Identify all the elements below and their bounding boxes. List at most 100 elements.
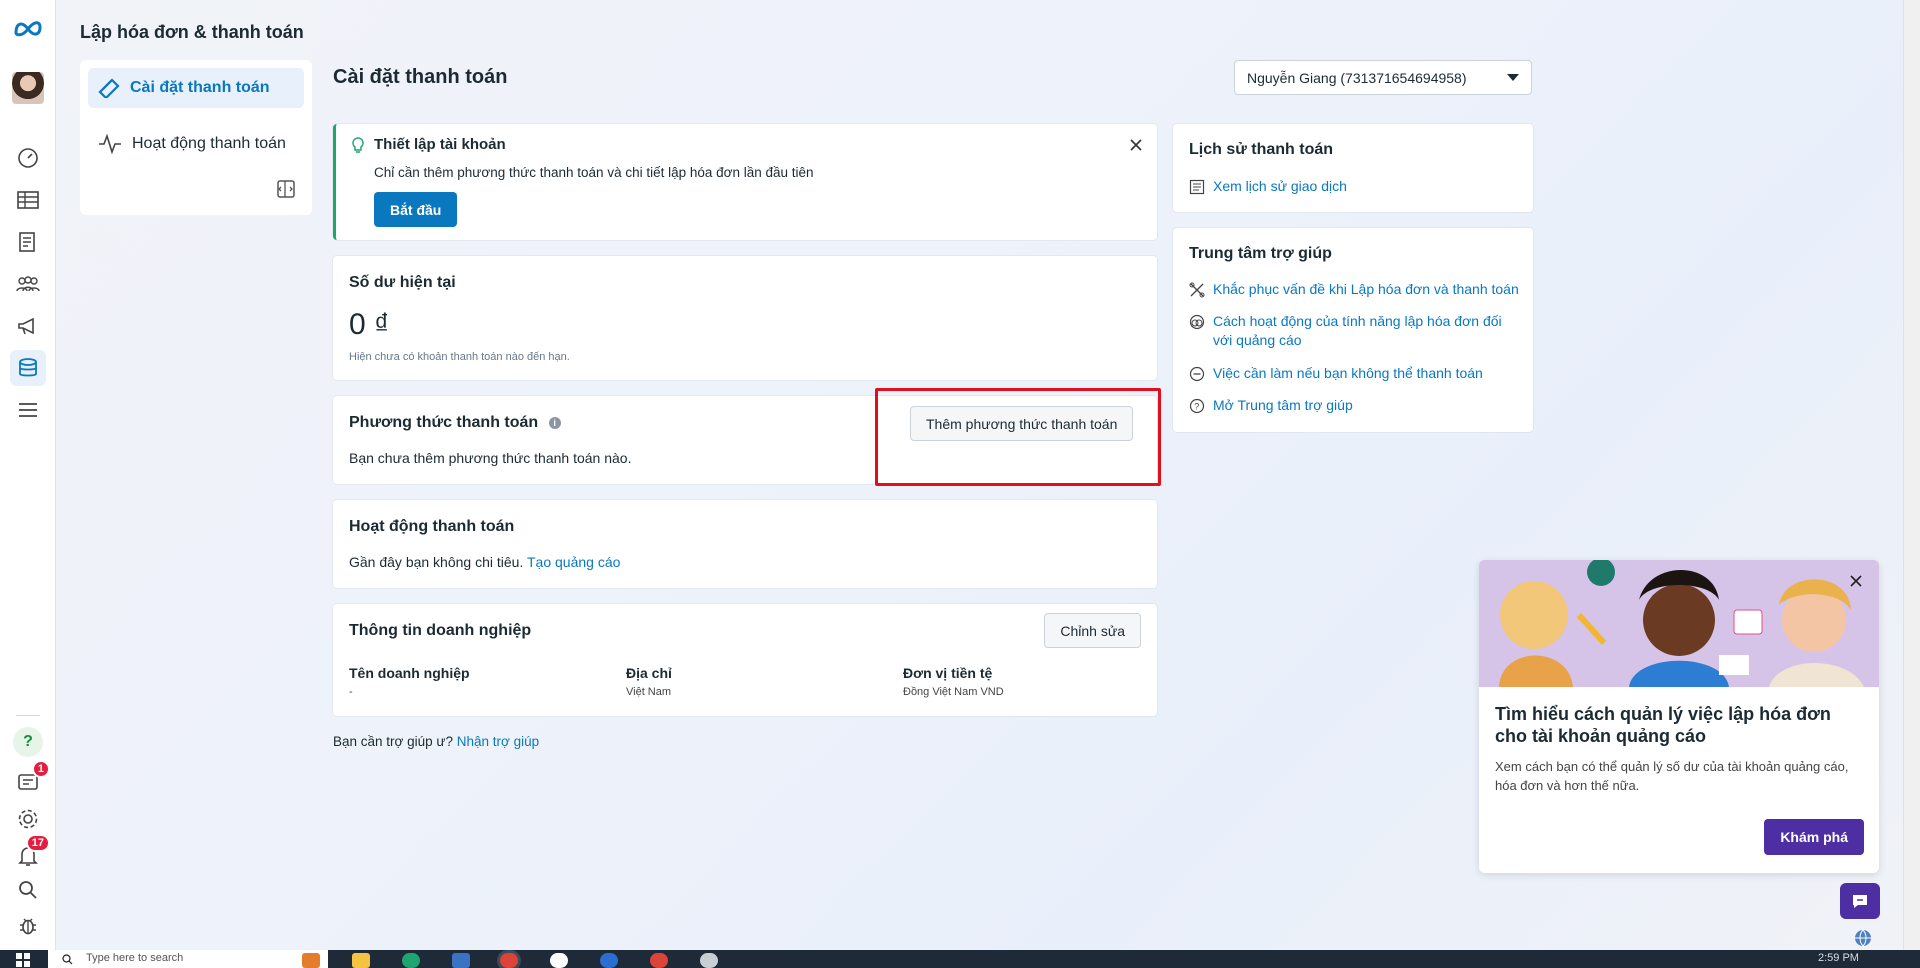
close-icon[interactable] xyxy=(1127,136,1145,154)
help-link-text: Việc cần làm nếu bạn không thể thanh toá… xyxy=(1213,365,1483,381)
rail-divider xyxy=(16,715,40,716)
help-link-text: Mở Trung tâm trợ giúp xyxy=(1213,397,1353,413)
page-title: Cài đặt thanh toán xyxy=(333,66,508,88)
receipt-icon xyxy=(1189,179,1205,195)
dashboard-icon[interactable] xyxy=(10,140,46,176)
pages-icon[interactable] xyxy=(10,224,46,260)
globe-icon[interactable] xyxy=(1853,928,1873,948)
chevron-down-icon xyxy=(1507,74,1519,81)
payment-method-card: Phương thức thanh toán i Bạn chưa thêm p… xyxy=(333,396,1157,484)
payment-history-card: Lịch sử thanh toán Xem lịch sử giao dịch xyxy=(1173,124,1533,212)
billing-tips-popup: Tìm hiểu cách quản lý việc lập hóa đơn c… xyxy=(1479,560,1879,873)
question-circle-icon: ? xyxy=(1189,398,1205,414)
circles-icon xyxy=(1189,314,1205,330)
business-field-value: - xyxy=(349,686,353,698)
account-selector[interactable]: Nguyễn Giang (731371654694958) xyxy=(1234,60,1532,95)
chrome-icon[interactable] xyxy=(650,953,668,968)
chat-icon[interactable] xyxy=(1840,883,1880,919)
payment-activity-title: Hoạt động thanh toán xyxy=(349,518,515,535)
app-icon[interactable] xyxy=(600,953,618,968)
bell-icon[interactable]: 17 xyxy=(10,834,50,874)
payment-activity-card: Hoạt động thanh toán Gần đây bạn không c… xyxy=(333,500,1157,588)
create-ad-link[interactable]: Tạo quảng cáo xyxy=(527,554,620,570)
avatar[interactable] xyxy=(10,70,46,106)
business-field: Đơn vị tiền tệ Đồng Việt Nam VND xyxy=(903,665,1143,698)
folder-icon[interactable] xyxy=(352,953,370,968)
audience-icon[interactable] xyxy=(10,266,46,302)
card-icon xyxy=(98,78,120,98)
meta-logo-icon[interactable] xyxy=(10,10,46,46)
windows-start-icon[interactable] xyxy=(16,953,30,967)
account-setup-card: Thiết lập tài khoản Chỉ cần thêm phương … xyxy=(333,124,1157,240)
nav-item-payment-settings[interactable]: Cài đặt thanh toán xyxy=(88,68,304,108)
balance-value: 0 xyxy=(349,308,366,341)
alerts-badge: 17 xyxy=(25,834,50,852)
help-center-card: Trung tâm trợ giúp Khắc phục vấn đề khi … xyxy=(1173,228,1533,432)
payment-method-title: Phương thức thanh toán i xyxy=(349,414,561,432)
app-icon[interactable] xyxy=(550,953,568,968)
promo-title: Tìm hiểu cách quản lý việc lập hóa đơn c… xyxy=(1495,704,1831,746)
edit-button[interactable]: Chỉnh sửa xyxy=(1044,613,1141,648)
chrome-icon[interactable] xyxy=(500,953,518,968)
taskbar-search-placeholder: Type here to search xyxy=(86,952,184,964)
page-scrollbar[interactable] xyxy=(1903,0,1920,950)
billing-nav-panel: Cài đặt thanh toán Hoạt động thanh toán xyxy=(80,60,312,215)
add-payment-method-button[interactable]: Thêm phương thức thanh toán xyxy=(910,406,1134,441)
nav-item-label: Cài đặt thanh toán xyxy=(130,79,270,96)
setup-title: Thiết lập tài khoản xyxy=(374,136,506,153)
business-field-label: Địa chỉ xyxy=(626,665,672,681)
help-footer-text: Bạn cần trợ giúp ư? xyxy=(333,734,453,749)
nav-item-label: Hoạt động thanh toán xyxy=(132,135,286,152)
balance-title: Số dư hiện tại xyxy=(349,274,456,291)
search-icon[interactable] xyxy=(10,872,46,908)
payment-method-empty-text: Bạn chưa thêm phương thức thanh toán nào… xyxy=(349,450,632,466)
help-link-cannot-pay[interactable]: Việc cần làm nếu bạn không thể thanh toá… xyxy=(1189,364,1519,383)
payment-method-title-text: Phương thức thanh toán xyxy=(349,414,539,431)
help-link-how-billing-works[interactable]: Cách hoạt động của tính năng lập hóa đơn… xyxy=(1189,312,1519,350)
help-link-open-help-center[interactable]: ? Mở Trung tâm trợ giúp xyxy=(1189,396,1519,415)
business-field: Tên doanh nghiệp - xyxy=(349,665,609,698)
payment-activity-text-row: Gần đây bạn không chi tiêu. Tạo quảng cá… xyxy=(349,554,620,570)
close-icon[interactable] xyxy=(1847,572,1865,590)
account-selector-value: Nguyễn Giang (731371654694958) xyxy=(1247,69,1467,86)
minus-circle-icon xyxy=(1189,366,1205,382)
setup-description: Chỉ cần thêm phương thức thanh toán và c… xyxy=(374,165,814,180)
taskbar-search-input[interactable]: Type here to search xyxy=(48,950,328,968)
business-info-card: Thông tin doanh nghiệp Chỉnh sửa Tên doa… xyxy=(333,604,1157,716)
search-icon xyxy=(62,954,73,965)
svg-text:?: ? xyxy=(1194,402,1199,412)
info-icon[interactable]: i xyxy=(548,416,561,429)
help-icon[interactable]: ? xyxy=(10,724,46,760)
notifications-icon[interactable]: 1 xyxy=(10,760,50,800)
store-icon[interactable] xyxy=(452,953,470,968)
help-link-text: Cách hoạt động của tính năng lập hóa đơn… xyxy=(1213,313,1502,348)
help-link-troubleshoot[interactable]: Khắc phục vấn đề khi Lập hóa đơn và than… xyxy=(1189,280,1519,299)
business-field: Địa chỉ Việt Nam xyxy=(626,665,886,698)
activity-icon xyxy=(99,134,121,154)
bug-icon[interactable] xyxy=(10,908,46,944)
collapse-panel-icon[interactable] xyxy=(276,179,296,199)
promo-description: Xem cách bạn có thể quản lý số dư của tà… xyxy=(1495,759,1849,793)
table-icon[interactable] xyxy=(10,182,46,218)
currency-symbol: ₫ xyxy=(374,308,390,341)
notification-badge: 1 xyxy=(31,760,50,778)
gear-icon[interactable] xyxy=(10,801,46,837)
business-field-value: Việt Nam xyxy=(626,686,672,698)
start-button[interactable]: Bắt đầu xyxy=(374,192,458,227)
balance-note: Hiện chưa có khoản thanh toán nào đến hạ… xyxy=(349,351,570,363)
edge-icon[interactable] xyxy=(402,953,420,968)
payment-activity-text: Gần đây bạn không chi tiêu. xyxy=(349,554,524,570)
balance-amount: 0 ₫ xyxy=(349,308,389,342)
app-icon[interactable] xyxy=(302,953,320,968)
lightbulb-icon xyxy=(352,137,364,153)
settings-icon[interactable] xyxy=(700,953,718,968)
business-field-value: Đồng Việt Nam VND xyxy=(903,686,1004,698)
get-help-link[interactable]: Nhận trợ giúp xyxy=(457,734,539,749)
menu-icon[interactable] xyxy=(10,392,46,428)
megaphone-icon[interactable] xyxy=(10,308,46,344)
billing-icon[interactable] xyxy=(10,350,46,386)
view-transactions-link[interactable]: Xem lịch sử giao dịch xyxy=(1189,177,1347,196)
nav-item-payment-activity[interactable]: Hoạt động thanh toán xyxy=(88,124,304,164)
taskbar-clock: 2:59 PM xyxy=(1818,952,1859,964)
explore-button[interactable]: Khám phá xyxy=(1764,819,1864,855)
